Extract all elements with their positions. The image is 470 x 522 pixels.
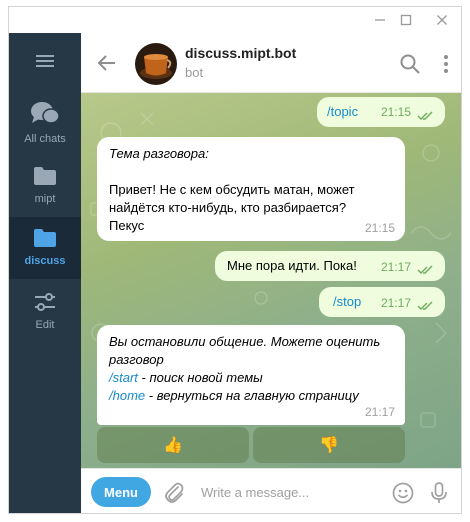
thumbs-down-button[interactable]: 👎 [253,427,405,463]
sidebar-item-all-chats[interactable]: All chats [9,91,81,153]
message-time: 21:15 [380,105,411,119]
chat-title: discuss.mipt.bot [185,45,297,61]
sidebar-item-label: mipt [34,193,56,205]
telegram-window: All chats mipt discuss Edit discuss.mipt… [8,6,462,514]
message-text: разговор [109,352,164,367]
message-time: 21:17 [364,405,395,419]
message-list[interactable]: /topic 21:15 Тема разговора: Привет! Не … [81,93,461,468]
folder-icon [34,167,56,185]
message-text: Тема разговора: [109,146,209,161]
message-outgoing[interactable]: /stop 21:17 [319,287,445,317]
message-outgoing[interactable]: Мне пора идти. Пока! 21:17 [215,251,445,281]
command-description: - вернуться на главную страницу [145,388,359,403]
maximize-icon[interactable] [397,11,415,29]
message-input[interactable] [201,481,371,503]
read-ticks-icon [417,111,433,120]
emoji-icon[interactable] [391,481,415,505]
read-ticks-icon [417,301,433,310]
message-text: Мне пора идти. Пока! [227,258,357,273]
message-time: 21:15 [364,221,395,235]
search-icon[interactable] [399,53,421,75]
hamburger-icon [36,55,54,67]
message-text: Привет! Не с кем обсудить матан, может [109,182,355,197]
folder-icon [34,229,56,247]
sidebar-item-edit[interactable]: Edit [9,281,81,343]
message-incoming[interactable]: Вы остановили общение. Можете оценить ра… [97,325,405,425]
message-text: Пекус [109,218,145,233]
message-outgoing[interactable]: /topic 21:15 [317,97,445,127]
message-incoming[interactable]: Тема разговора: Привет! Не с кем обсудит… [97,137,405,241]
folders-sidebar: All chats mipt discuss Edit [9,33,81,513]
sidebar-item-label: discuss [24,255,66,267]
read-ticks-icon [417,265,433,274]
command-link-start[interactable]: /start [109,370,138,385]
sliders-icon [35,293,55,311]
chat-status: bot [185,65,204,80]
attach-icon[interactable] [163,481,185,505]
microphone-icon[interactable] [427,481,451,505]
command-link-home[interactable]: /home [109,388,145,403]
sidebar-item-label: All chats [24,133,66,145]
back-arrow-icon[interactable] [95,51,119,75]
chats-icon [31,102,60,124]
thumbs-up-button[interactable]: 👍 [97,427,249,463]
message-composer: Menu [81,468,461,513]
message-time: 21:17 [380,296,411,310]
sidebar-item-discuss[interactable]: discuss [9,217,81,279]
command-line: /start - поиск новой темы [109,369,263,387]
thumbs-down-icon: 👎 [319,437,339,454]
chat-header: discuss.mipt.bot bot [81,33,461,93]
sidebar-item-mipt[interactable]: mipt [9,155,81,217]
message-text: /stop [333,294,362,309]
sidebar-menu-button[interactable] [9,33,81,95]
message-text: Вы остановили общение. Можете оценить [109,334,381,349]
thumbs-up-icon: 👍 [163,437,183,454]
command-line: /home - вернуться на главную страницу [109,387,359,405]
message-text: найдётся кто-нибудь, кто разбирается? [109,200,347,215]
bot-menu-button[interactable]: Menu [91,477,151,507]
more-vertical-icon[interactable] [435,53,457,75]
sidebar-item-label: Edit [35,319,55,331]
avatar[interactable] [135,43,177,85]
command-description: - поиск новой темы [137,370,263,385]
minimize-icon[interactable] [371,11,389,29]
message-text: /topic [327,104,359,119]
close-icon[interactable] [433,11,451,29]
message-time: 21:17 [380,260,411,274]
title-bar [9,7,461,33]
